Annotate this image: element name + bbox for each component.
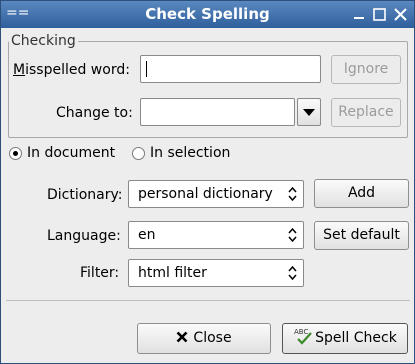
svg-text:ABC: ABC — [294, 328, 308, 336]
in-selection-label[interactable]: In selection — [150, 145, 230, 161]
maximize-icon[interactable] — [371, 6, 388, 23]
dictionary-label: Dictionary: — [47, 187, 123, 203]
dictionary-select[interactable]: personal dictionary — [128, 180, 304, 208]
dictionary-value: personal dictionary — [138, 186, 273, 202]
in-document-label[interactable]: In document — [27, 145, 115, 161]
in-document-radio[interactable] — [9, 147, 22, 160]
updown-arrows-icon — [288, 227, 297, 243]
language-label: Language: — [47, 228, 121, 244]
text-cursor — [146, 61, 147, 77]
spell-check-button[interactable]: ABC Spell Check — [282, 323, 408, 354]
check-spelling-dialog: == Check Spelling Checking Misspelled wo… — [0, 0, 415, 364]
misspelled-word-label: Misspelled word: — [13, 62, 130, 78]
misspelled-word-input[interactable] — [140, 55, 321, 83]
updown-arrows-icon — [288, 265, 297, 281]
language-select[interactable]: en — [128, 221, 304, 249]
language-value: en — [138, 227, 156, 243]
filter-select[interactable]: html filter — [128, 259, 304, 287]
change-to-input[interactable] — [140, 98, 295, 126]
ignore-button[interactable]: Ignore — [331, 55, 401, 84]
add-button[interactable]: Add — [314, 179, 409, 208]
close-x-icon — [177, 331, 188, 343]
close-window-icon[interactable] — [392, 6, 409, 23]
triangle-down-icon — [303, 109, 315, 116]
close-button[interactable]: Close — [137, 323, 271, 354]
in-selection-radio[interactable] — [132, 147, 145, 160]
minimize-icon[interactable] — [351, 6, 368, 23]
filter-label: Filter: — [80, 265, 120, 281]
updown-arrows-icon — [288, 186, 297, 202]
set-default-button[interactable]: Set default — [314, 221, 409, 250]
change-to-label: Change to: — [56, 105, 133, 121]
title-bar: == Check Spelling — [1, 1, 414, 28]
spell-check-icon: ABC — [294, 328, 312, 345]
radio-selected-dot — [13, 151, 18, 156]
footer-separator — [6, 300, 410, 301]
filter-value: html filter — [138, 265, 207, 281]
checking-legend: Checking — [9, 33, 78, 49]
change-to-dropdown-button[interactable] — [297, 98, 321, 126]
replace-button[interactable]: Replace — [331, 98, 401, 127]
